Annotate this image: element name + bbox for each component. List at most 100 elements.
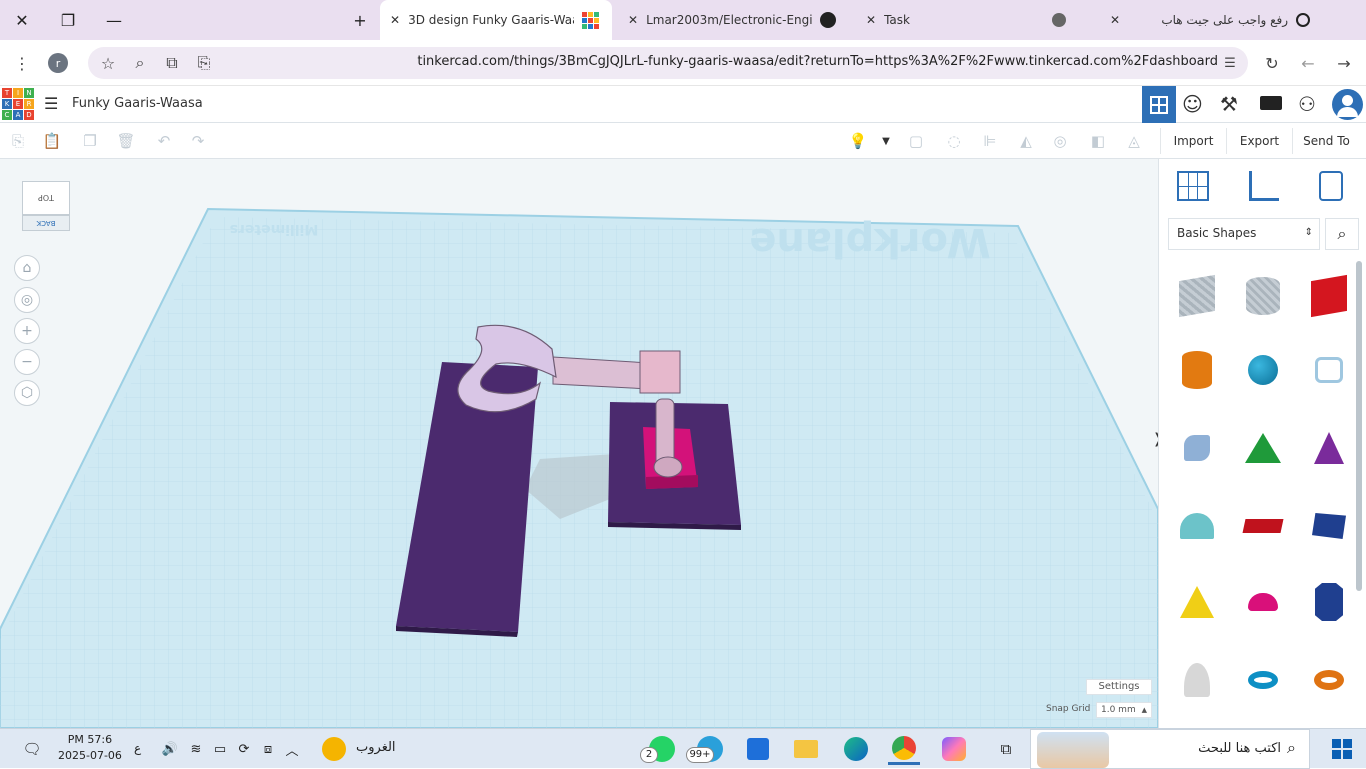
tinkercad-logo[interactable]: T I N K E R C A D xyxy=(2,88,34,120)
bookmark-star-icon[interactable]: ☆ xyxy=(92,47,124,79)
export-button[interactable]: Export xyxy=(1226,128,1292,154)
group-icon[interactable]: ◧ xyxy=(1086,129,1110,153)
shape-pyramid[interactable] xyxy=(1167,569,1227,635)
design-title[interactable]: Funky Gaaris-Waasa xyxy=(72,96,203,111)
zoom-out-icon[interactable]: − xyxy=(14,349,40,375)
chevron-down-icon[interactable]: ▼ xyxy=(874,129,898,153)
zoom-icon[interactable]: ⌕ xyxy=(124,47,156,79)
snap-grid-select[interactable]: 1.0 mm ▲ xyxy=(1096,702,1152,718)
blocks-view-icon[interactable]: ☺ xyxy=(1182,92,1203,116)
settings-button[interactable]: Settings xyxy=(1086,679,1152,695)
send-to-button[interactable]: Send To xyxy=(1292,128,1360,154)
back-icon[interactable]: → xyxy=(1328,47,1360,79)
browser-menu-icon[interactable]: ⋮ xyxy=(6,47,38,79)
shape-graphic[interactable] xyxy=(1167,415,1227,481)
shape-round-roof[interactable] xyxy=(1167,493,1227,559)
shape-roof[interactable] xyxy=(1233,415,1293,481)
copy-icon[interactable]: ⎘ xyxy=(6,129,30,153)
fit-view-icon[interactable]: ◎ xyxy=(14,287,40,313)
ruler-icon[interactable] xyxy=(1249,171,1279,201)
windows-start-icon[interactable] xyxy=(1326,733,1358,765)
shape-cylinder[interactable] xyxy=(1167,337,1227,403)
chevron-up-icon[interactable]: ︿ xyxy=(276,733,308,765)
3d-view-button[interactable] xyxy=(1142,86,1176,123)
bricks-icon[interactable] xyxy=(1260,96,1282,110)
shape-text[interactable] xyxy=(1233,493,1293,559)
notes-icon[interactable] xyxy=(1319,171,1343,201)
add-user-icon[interactable]: ⚇ xyxy=(1298,92,1316,116)
profile-avatar[interactable]: r xyxy=(48,53,68,73)
shape-half-sphere[interactable] xyxy=(1233,569,1293,635)
restore-window-icon[interactable]: ❐ xyxy=(46,0,90,40)
file-explorer-icon[interactable] xyxy=(790,733,822,765)
ungroup-icon[interactable]: ◬ xyxy=(1122,129,1146,153)
user-avatar[interactable] xyxy=(1332,89,1363,120)
light-bulb-icon[interactable]: 💡 xyxy=(846,129,870,153)
workplane-tool-icon[interactable] xyxy=(1177,171,1209,201)
shape-box-hole[interactable] xyxy=(1167,263,1227,329)
panel-scrollbar[interactable] xyxy=(1356,261,1362,591)
weather-text[interactable]: الغروب xyxy=(356,740,396,755)
clock[interactable]: PM 57:6 2025-07-06 xyxy=(58,732,122,764)
align-icon[interactable]: ⊫ xyxy=(978,129,1002,153)
tab-close-icon[interactable]: ✕ xyxy=(1110,13,1120,27)
search-shapes-button[interactable]: ⌕ xyxy=(1325,218,1359,250)
edge-icon[interactable] xyxy=(840,733,872,765)
hole-icon[interactable]: ◌ xyxy=(942,129,966,153)
delete-icon[interactable]: 🗑 xyxy=(114,129,138,153)
tab-close-icon[interactable]: ✕ xyxy=(390,13,400,27)
duplicate-icon[interactable]: ❐ xyxy=(78,129,102,153)
notifications-icon[interactable]: 🗨 xyxy=(16,733,48,765)
shape-icon[interactable]: ▢ xyxy=(904,129,928,153)
design-list-icon[interactable]: ☰ xyxy=(44,94,58,113)
home-view-icon[interactable]: ⌂ xyxy=(14,255,40,281)
reload-icon[interactable]: ↻ xyxy=(1256,47,1288,79)
shapes-category-select[interactable]: Basic Shapes ⇕ xyxy=(1168,218,1320,250)
store-icon[interactable] xyxy=(742,733,774,765)
shape-cylinder-hole[interactable] xyxy=(1233,263,1293,329)
pickaxe-icon[interactable]: ⚒ xyxy=(1220,92,1238,116)
tab-github[interactable]: ✕ Lmar2003m/Electronic-Enginee xyxy=(618,0,850,40)
mirror-icon[interactable]: ◭ xyxy=(1014,129,1038,153)
taskbar-search[interactable]: اكتب هنا للبحث ⌕ xyxy=(1030,729,1310,769)
shape-cone[interactable] xyxy=(1299,415,1359,481)
tab-close-icon[interactable]: ✕ xyxy=(866,13,876,27)
import-button[interactable]: Import xyxy=(1160,128,1226,154)
shape-tube[interactable] xyxy=(1299,647,1359,713)
undo-icon[interactable]: ↶ xyxy=(152,129,176,153)
install-app-icon[interactable]: ⎘ xyxy=(188,47,220,79)
shape-scribble[interactable] xyxy=(1299,337,1359,403)
close-window-icon[interactable]: ✕ xyxy=(0,0,44,40)
paste-icon[interactable]: 📋 xyxy=(40,129,64,153)
new-tab-icon[interactable]: + xyxy=(338,0,382,40)
language-indicator[interactable]: ع xyxy=(134,741,141,755)
design-canvas[interactable]: Workplane Millimeters TOP BACK ⌂ ◎ + − ⬡… xyxy=(0,159,1158,728)
tab-tinkercad[interactable]: ✕ 3D design Funky Gaaris-Waasa xyxy=(380,0,612,40)
forward-icon[interactable]: ← xyxy=(1292,47,1324,79)
url-text[interactable]: tinkercad.com/things/3BmCgJQJLrL-funky-g… xyxy=(228,54,1218,69)
tab-close-icon[interactable]: ✕ xyxy=(628,13,638,27)
shape-torus[interactable] xyxy=(1233,647,1293,713)
cruise-icon[interactable]: ◎ xyxy=(1048,129,1072,153)
shape-polygon[interactable] xyxy=(1299,493,1359,559)
tab-task[interactable]: ✕ Task xyxy=(856,0,1096,40)
shape-paraboloid[interactable] xyxy=(1167,647,1227,713)
view-cube-back[interactable]: BACK xyxy=(22,215,70,231)
view-cube[interactable]: TOP BACK xyxy=(22,181,72,233)
shape-sphere[interactable] xyxy=(1233,337,1293,403)
chrome-icon[interactable] xyxy=(888,733,920,765)
url-box[interactable]: ☆ ⌕ ⧉ ⎘ tinkercad.com/things/3BmCgJQJLrL… xyxy=(88,47,1248,79)
view-cube-top[interactable]: TOP xyxy=(22,181,70,215)
zoom-in-icon[interactable]: + xyxy=(14,318,40,344)
tab-arabic[interactable]: ✕ رفع واجب على جيت هاب xyxy=(1100,0,1330,40)
weather-icon[interactable] xyxy=(322,737,346,761)
perspective-icon[interactable]: ⬡ xyxy=(14,380,40,406)
translate-icon[interactable]: ⧉ xyxy=(156,47,188,79)
shape-box[interactable] xyxy=(1299,263,1359,329)
redo-icon[interactable]: ↷ xyxy=(186,129,210,153)
copilot-icon[interactable] xyxy=(938,733,970,765)
shape-hexagonal-prism[interactable] xyxy=(1299,569,1359,635)
site-settings-icon[interactable]: ☰ xyxy=(1214,47,1246,79)
task-view-icon[interactable]: ⧉ xyxy=(990,733,1022,765)
minimize-window-icon[interactable]: — xyxy=(92,0,136,40)
